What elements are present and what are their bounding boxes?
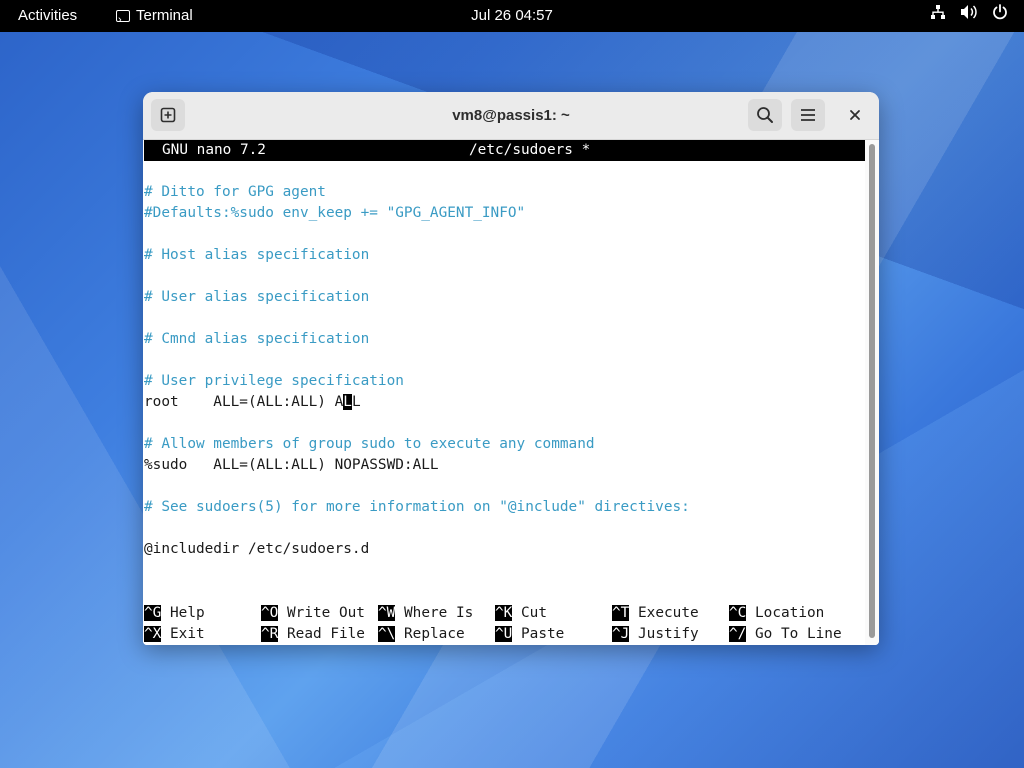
shortcut-label: Replace [404,626,465,642]
shortcut-label: Help [170,605,205,621]
shortcut-item: ^T Execute [612,603,699,624]
shortcut-item: ^R Read File [261,624,365,645]
nano-version: GNU nano 7.2 [162,142,266,158]
new-tab-button[interactable] [151,99,185,131]
editor-line: # Ditto for GPG agent [144,184,326,200]
scrollbar-thumb[interactable] [869,144,875,638]
shortcut-item: ^X Exit [144,624,205,645]
scrollbar[interactable] [865,140,879,645]
shortcut-item: ^C Location [729,603,824,624]
clock[interactable]: Jul 26 04:57 [471,7,553,24]
shortcut-item: ^G Help [144,603,205,624]
app-name: Terminal [136,7,193,24]
top-bar: Activities Terminal Jul 26 04:57 [0,0,1024,36]
close-button[interactable] [839,99,871,131]
text-cursor: L [343,394,352,410]
terminal-content[interactable]: GNU nano 7.2 /etc/sudoers * # Ditto for … [143,140,865,645]
shortcut-label: Where Is [404,605,474,621]
close-icon [850,110,860,120]
shortcut-key: ^\ [378,626,396,642]
shortcut-item: ^K Cut [495,603,547,624]
shortcut-label: Exit [170,626,205,642]
power-icon [992,0,1008,32]
nano-filename: /etc/sudoers * [469,142,591,158]
editor-line-text: L [351,394,361,410]
shortcut-label: Write Out [287,605,365,621]
menu-button[interactable] [791,99,825,131]
shortcut-key: ^/ [729,626,747,642]
window-titlebar[interactable]: vm8@passis1: ~ [143,92,879,140]
shortcut-item: ^O Write Out [261,603,365,624]
shortcut-label: Justify [638,626,699,642]
shortcut-key: ^T [612,605,630,621]
editor-line: # User privilege specification [144,373,404,389]
search-button[interactable] [748,99,782,131]
network-icon [930,0,946,32]
shortcut-item: ^\ Replace [378,624,465,645]
editor-line: # See sudoers(5) for more information on… [144,499,690,515]
shortcut-key: ^R [261,626,279,642]
shortcut-label: Go To Line [755,626,842,642]
editor-line: # Cmnd alias specification [144,331,370,347]
shortcut-key: ^X [144,626,162,642]
volume-icon [960,0,978,32]
editor-line-text: root ALL=(ALL:ALL) A [144,394,344,410]
shortcut-item: ^U Paste [495,624,564,645]
hamburger-icon [801,109,815,121]
new-tab-icon [160,107,176,123]
app-menu[interactable]: Terminal [116,0,193,36]
editor-line: # Host alias specification [144,247,370,263]
shortcut-key: ^C [729,605,747,621]
shortcut-key: ^W [378,605,396,621]
shortcut-key: ^U [495,626,513,642]
window-title: vm8@passis1: ~ [452,107,570,124]
terminal-window: vm8@passis1: ~ GNU nano 7.2 /etc/sudoers… [143,92,879,645]
nano-header: GNU nano 7.2 /etc/sudoers * [144,140,865,161]
shortcut-key: ^O [261,605,279,621]
shortcut-label: Cut [521,605,547,621]
shortcut-key: ^J [612,626,630,642]
shortcut-label: Execute [638,605,699,621]
terminal-icon [116,4,130,36]
shortcut-key: ^G [144,605,162,621]
editor-line: #Defaults:%sudo env_keep += "GPG_AGENT_I… [144,205,526,221]
editor-line: %sudo ALL=(ALL:ALL) NOPASSWD:ALL [144,457,439,473]
shortcut-key: ^K [495,605,513,621]
editor-line: root ALL=(ALL:ALL) ALL [144,392,361,413]
shortcut-item: ^W Where Is [378,603,473,624]
editor-line: # User alias specification [144,289,370,305]
editor-line: @includedir /etc/sudoers.d [144,541,370,557]
shortcut-label: Paste [521,626,565,642]
activities-button[interactable]: Activities [18,0,77,32]
shortcut-item: ^J Justify [612,624,699,645]
shortcut-label: Read File [287,626,365,642]
search-icon [757,107,773,123]
shortcut-label: Location [755,605,825,621]
shortcut-item: ^/ Go To Line [729,624,842,645]
system-tray[interactable] [930,0,1008,32]
editor-line: # Allow members of group sudo to execute… [144,436,595,452]
